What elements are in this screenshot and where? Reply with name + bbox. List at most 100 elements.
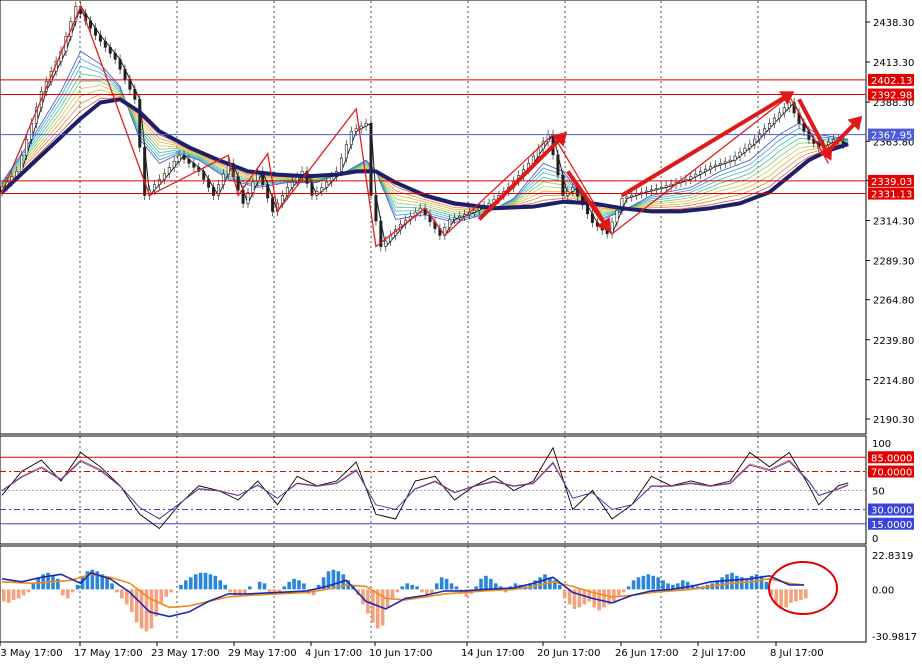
macd-histogram-bar [754, 574, 759, 590]
macd-histogram-bar [61, 589, 65, 596]
macd-histogram-bar [636, 577, 641, 590]
candle-body [625, 196, 629, 199]
candle-body [280, 195, 284, 204]
macd-histogram-bar [65, 589, 70, 599]
macd-histogram-bar [474, 586, 478, 590]
candle-body [615, 210, 619, 223]
macd-histogram-bar [6, 589, 11, 603]
candle-body [285, 187, 289, 196]
macd-histogram-bar [179, 584, 183, 590]
candle-body [733, 155, 737, 161]
macd-histogram-bar [11, 589, 16, 600]
candle-body [246, 192, 250, 204]
candle-body [177, 155, 181, 162]
macd-histogram-bar [449, 583, 454, 590]
candle-body [98, 34, 102, 42]
macd-histogram-bar [134, 589, 139, 623]
candle-body [374, 195, 378, 222]
x-tick-label: 4 Jun 17:00 [305, 648, 362, 659]
macd-histogram-bar [764, 581, 769, 590]
x-tick-label: 13 May 17:00 [0, 648, 63, 659]
candle-body [772, 117, 776, 124]
macd-tick-label: -30.9817 [872, 632, 917, 643]
macd-histogram-bar [784, 589, 788, 608]
macd-histogram-bar [267, 589, 272, 593]
macd-histogram-bar [794, 589, 798, 602]
macd-histogram-bar [789, 589, 793, 603]
macd-histogram-bar [562, 589, 567, 599]
macd-histogram-bar [228, 589, 232, 593]
candle-body [349, 131, 353, 145]
candle-body [118, 58, 122, 70]
macd-histogram-bar [557, 584, 562, 590]
macd-histogram-bar [744, 578, 749, 590]
macd-histogram-bar [420, 589, 424, 593]
level-price-tag-label: 2331.13 [871, 190, 912, 201]
macd-histogram-bar [439, 577, 444, 590]
macd-histogram-bar [454, 586, 459, 590]
x-tick-label: 10 Jun 17:00 [369, 648, 433, 659]
candle-body [536, 148, 540, 157]
candle-body [138, 99, 142, 148]
macd-histogram-bar [105, 577, 109, 590]
candle-body [704, 168, 708, 172]
macd-histogram-bar [262, 583, 267, 590]
candle-body [25, 139, 29, 156]
macd-histogram-bar [612, 589, 616, 602]
candle-body [271, 197, 275, 212]
candle-body [339, 157, 343, 172]
macd-histogram-bar [631, 580, 636, 590]
candle-body [708, 166, 712, 170]
candle-body [654, 188, 658, 191]
macd-histogram-bar [371, 589, 375, 623]
candle-body [167, 167, 171, 174]
candle-body [782, 107, 786, 114]
candle-body [251, 181, 255, 193]
candle-body [448, 219, 452, 228]
stochastic-tick-label: 0 [872, 534, 878, 545]
candle-body [561, 174, 565, 196]
candle-body [113, 52, 117, 60]
candle-body [123, 69, 127, 80]
stochastic-level-tag-label: 30.0000 [871, 506, 912, 517]
x-tick-label: 20 Jun 17:00 [537, 648, 601, 659]
macd-histogram-bar [400, 586, 405, 590]
candle-body [236, 176, 240, 191]
macd-histogram-bar [188, 577, 193, 590]
macd-histogram-bar [297, 580, 301, 590]
chart-canvas: 13 May 17:00 17 May 17:00 23 May 17:00 29 M… [0, 0, 922, 662]
macd-histogram-bar [198, 572, 203, 590]
x-tick-label: 26 Jun 17:00 [615, 648, 679, 659]
macd-histogram-bar [21, 589, 26, 596]
macd-histogram-bar [434, 583, 439, 590]
candle-body [763, 128, 767, 135]
level-price-tag-label: 2402.13 [871, 76, 912, 87]
macd-histogram-bar [720, 577, 724, 590]
macd-histogram-bar [193, 574, 198, 590]
macd-histogram-bar [410, 584, 414, 590]
x-tick-label: 2 Jul 17:00 [692, 648, 746, 659]
candle-body [354, 128, 358, 132]
macd-histogram-bar [730, 572, 734, 590]
level-price-tag-label: 2367.95 [871, 131, 912, 142]
candle-body [453, 217, 457, 220]
candle-body [748, 143, 752, 149]
candle-body [162, 173, 166, 180]
macd-histogram-bar [331, 569, 336, 590]
macd-histogram-bar [120, 589, 124, 599]
candle-body [768, 123, 772, 129]
candle-body [807, 131, 811, 140]
candle-body [659, 187, 663, 189]
candle-body [458, 215, 462, 219]
macd-histogram-bar [602, 589, 606, 608]
y-tick-label: 2190.30 [873, 415, 914, 426]
macd-histogram-bar [666, 583, 670, 590]
macd-histogram-bar [302, 583, 306, 590]
candle-body [266, 184, 270, 199]
x-tick-label: 29 May 17:00 [228, 648, 297, 659]
macd-histogram-bar [725, 574, 729, 590]
candle-body [290, 181, 294, 188]
candle-body [320, 187, 324, 192]
macd-histogram-bar [287, 581, 291, 590]
candle-body [802, 123, 806, 132]
